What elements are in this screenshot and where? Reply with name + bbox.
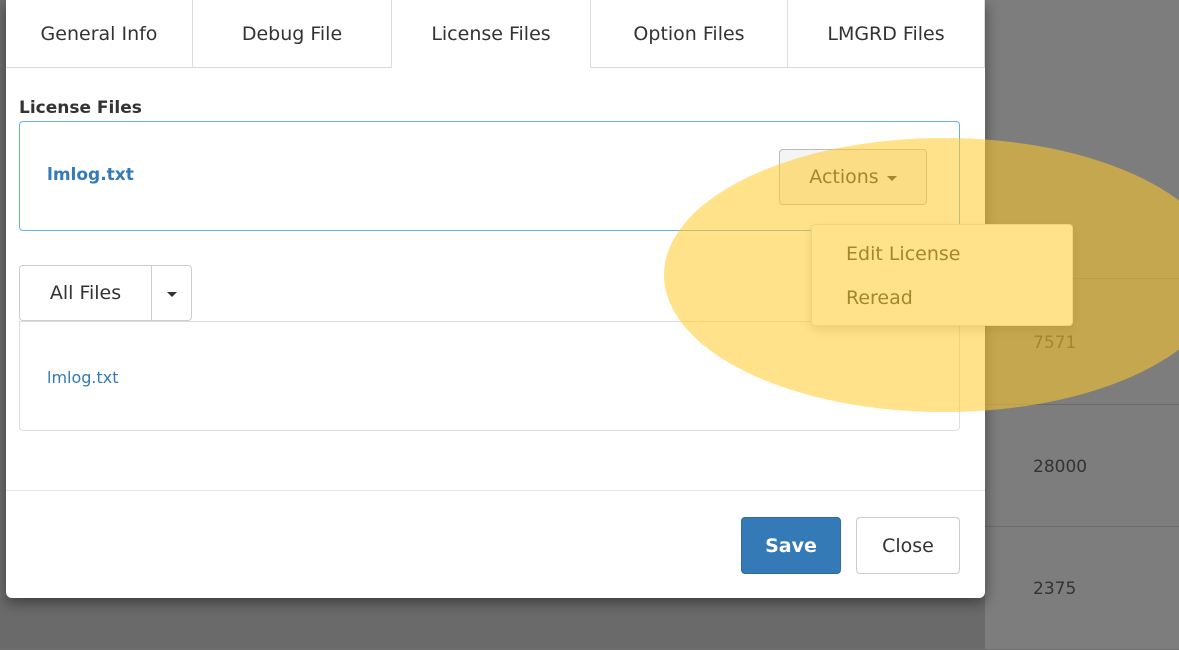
- save-button[interactable]: Save: [741, 517, 841, 574]
- caret-down-icon: [886, 175, 897, 181]
- background-cell: 7571: [1033, 333, 1077, 353]
- file-filter-button[interactable]: All Files: [19, 265, 152, 321]
- actions-dropdown-menu: Edit License Reread: [811, 224, 1073, 326]
- background-row: 28000: [985, 404, 1179, 527]
- modal-footer: Save Close: [6, 490, 985, 599]
- tab-general-info[interactable]: General Info: [6, 0, 193, 68]
- tab-debug-file[interactable]: Debug File: [193, 0, 392, 68]
- tab-lmgrd-files[interactable]: LMGRD Files: [788, 0, 985, 68]
- selected-license-file[interactable]: lmlog.txt: [47, 165, 134, 185]
- file-filter-group: All Files: [19, 265, 192, 321]
- tab-option-files[interactable]: Option Files: [591, 0, 788, 68]
- background-row: 2375: [985, 526, 1179, 650]
- actions-button-label: Actions: [809, 166, 879, 188]
- files-list: lmlog.txt: [19, 321, 960, 431]
- file-link[interactable]: lmlog.txt: [47, 368, 119, 387]
- caret-down-icon: [166, 291, 177, 297]
- menu-item-edit-license[interactable]: Edit License: [812, 239, 1072, 283]
- file-filter-toggle[interactable]: [152, 265, 192, 321]
- actions-button[interactable]: Actions: [779, 149, 927, 205]
- tab-bar: General Info Debug File License Files Op…: [6, 0, 985, 68]
- tab-license-files[interactable]: License Files: [392, 0, 591, 68]
- background-cell: 2375: [1033, 579, 1077, 599]
- section-title: License Files: [19, 98, 142, 118]
- menu-item-reread[interactable]: Reread: [812, 283, 1072, 327]
- close-button[interactable]: Close: [856, 517, 960, 574]
- background-strip: [0, 598, 985, 649]
- background-cell: 28000: [1033, 457, 1088, 477]
